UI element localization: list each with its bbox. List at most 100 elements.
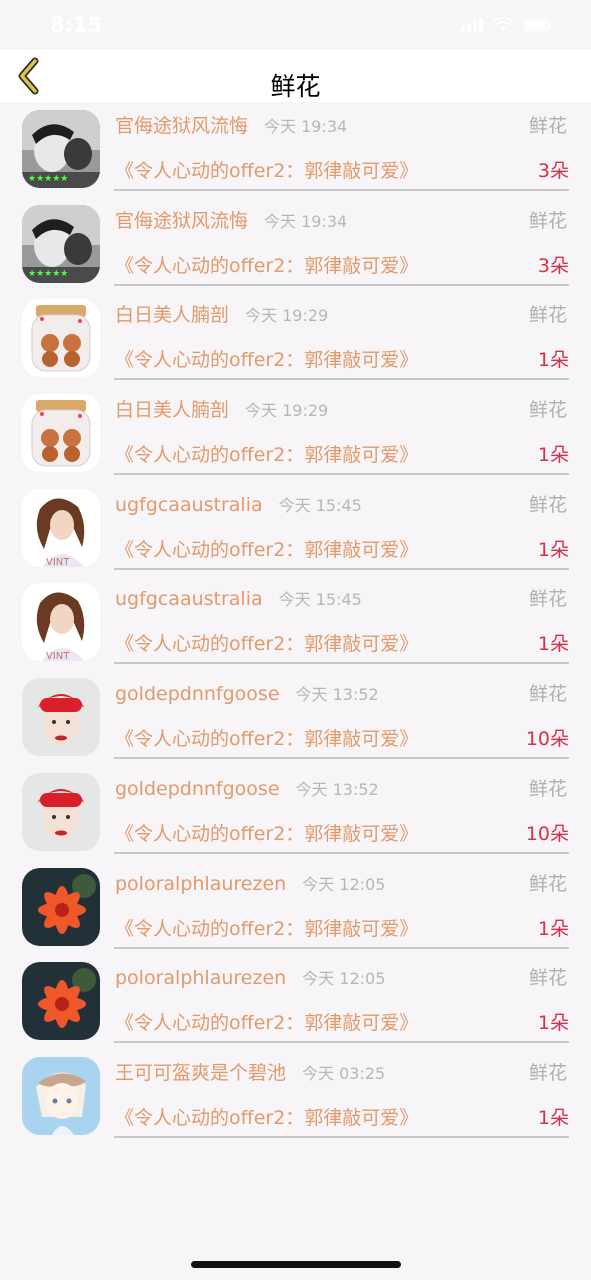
show-title: 《令人心动的offer2：郭律敲可爱》 (115, 160, 419, 182)
gift-type-label: 鲜花 (528, 493, 567, 516)
divider (114, 662, 569, 665)
show-title: 《令人心动的offer2：郭律敲可爱》 (115, 349, 419, 372)
gift-type-label: 鲜花 (528, 1061, 567, 1084)
boy-selfie-avatar-image: ★★★★★ (22, 204, 100, 283)
red-turban-avatar-image (22, 678, 100, 757)
avatar[interactable] (22, 962, 100, 1041)
timestamp: 今天 12:05 (302, 969, 386, 989)
divider (114, 757, 569, 760)
list-item[interactable]: goldepdnnfgoose 今天 13:52 鲜花《令人心动的offer2：郭律… (0, 765, 591, 860)
list-item[interactable]: ★★★★★ 官侮途狱风流悔 今天 19:34 鲜花 《令人心动的offer2：郭律敲可爱… (0, 197, 591, 292)
gift-type-label: 鲜花 (528, 777, 567, 800)
orange-flower-avatar-image (22, 962, 100, 1041)
avatar[interactable]: ★★★★★ (22, 110, 100, 188)
show-title: 《令人心动的offer2：郭律敲可爱》 (115, 1106, 419, 1129)
anime-girl-avatar-image (22, 1056, 100, 1135)
battery-icon (523, 18, 551, 32)
show-title: 《令人心动的offer2：郭律敲可爱》 (115, 444, 419, 467)
girl-wavy-avatar-image: VINT (22, 583, 100, 662)
list-item[interactable]: 白日美人腩剖 今天 19:29 鲜花《令人心动的offer2：郭律敲可爱》 1朵 (0, 291, 591, 386)
gift-type-label: 鲜花 (528, 588, 567, 611)
user-name[interactable]: 白日美人腩剖 (115, 399, 229, 421)
user-name[interactable]: poloralphlaurezen (115, 967, 286, 989)
list-item[interactable]: poloralphlaurezen 今天 12:05 鲜花《令人心动的offer2：… (0, 860, 591, 955)
divider (114, 851, 569, 854)
flower-count: 1朵 (537, 1012, 569, 1035)
gift-type-label: 鲜花 (528, 683, 567, 706)
gift-type-label: 鲜花 (528, 304, 567, 327)
home-indicator[interactable] (191, 1261, 401, 1268)
show-title: 《令人心动的offer2：郭律敲可爱》 (115, 538, 419, 561)
red-turban-avatar-image (22, 772, 100, 851)
show-title: 《令人心动的offer2：郭律敲可爱》 (115, 917, 419, 940)
show-title: 《令人心动的offer2：郭律敲可爱》 (115, 633, 419, 656)
bear-jar-avatar-image (22, 394, 100, 473)
svg-text:VINT: VINT (46, 651, 70, 661)
avatar[interactable] (22, 1056, 100, 1135)
timestamp: 今天 19:29 (245, 401, 329, 421)
show-title: 《令人心动的offer2：郭律敲可爱》 (115, 254, 419, 277)
list-item[interactable]: poloralphlaurezen 今天 12:05 鲜花《令人心动的offer2：… (0, 954, 591, 1049)
flower-count: 1朵 (537, 349, 569, 372)
status-bar: 8:15 (0, 0, 591, 50)
list-item[interactable]: ★★★★★ 官侮途狱风流悔 今天 19:34 鲜花 《令人心动的offer2：郭律敲可爱… (0, 102, 591, 197)
timestamp: 今天 13:52 (295, 779, 379, 799)
list-item[interactable]: goldepdnnfgoose 今天 13:52 鲜花《令人心动的offer2：郭律… (0, 670, 591, 765)
gift-type-label: 鲜花 (528, 399, 567, 422)
divider (114, 946, 569, 949)
divider (114, 473, 569, 476)
gift-type-label: 鲜花 (528, 209, 567, 232)
girl-wavy-avatar-image: VINT (22, 488, 100, 567)
show-title: 《令人心动的offer2：郭律敲可爱》 (115, 822, 419, 845)
nav-bar: 鲜花 (0, 50, 591, 102)
user-name[interactable]: goldepdnnfgoose (115, 778, 280, 800)
timestamp: 今天 03:25 (302, 1063, 386, 1083)
user-name[interactable]: poloralphlaurezen (115, 873, 286, 895)
flower-count: 3朵 (537, 254, 569, 277)
timestamp: 今天 12:05 (302, 874, 386, 894)
timestamp: 今天 15:45 (278, 495, 362, 515)
avatar[interactable] (22, 394, 100, 473)
flower-count: 1朵 (537, 633, 569, 656)
orange-flower-avatar-image (22, 867, 100, 946)
gift-type-label: 鲜花 (528, 967, 567, 990)
timestamp: 今天 19:29 (245, 306, 329, 326)
gift-list: ★★★★★ 官侮途狱风流悔 今天 19:34 鲜花 《令人心动的offer2：郭律敲可爱… (0, 102, 591, 1144)
flower-count: 1朵 (537, 444, 569, 467)
divider (114, 283, 569, 286)
user-name[interactable]: ugfgcaaustralia (115, 494, 263, 516)
user-name[interactable]: 官侮途狱风流悔 (115, 210, 248, 232)
page-title: 鲜花 (270, 72, 321, 101)
svg-text:VINT: VINT (46, 557, 70, 567)
timestamp: 今天 13:52 (295, 685, 379, 705)
avatar[interactable] (22, 867, 100, 946)
flower-count: 1朵 (537, 538, 569, 561)
flower-count: 1朵 (537, 1106, 569, 1129)
show-title: 《令人心动的offer2：郭律敲可爱》 (115, 728, 419, 751)
show-title: 《令人心动的offer2：郭律敲可爱》 (115, 1012, 419, 1035)
timestamp: 今天 15:45 (278, 590, 362, 610)
user-name[interactable]: 王可可盔爽是个碧池 (115, 1062, 286, 1084)
divider (114, 1041, 569, 1044)
user-name[interactable]: 白日美人腩剖 (115, 304, 229, 326)
avatar[interactable]: VINT (22, 583, 100, 662)
user-name[interactable]: 官侮途狱风流悔 (115, 115, 248, 137)
avatar[interactable]: VINT (22, 488, 100, 567)
list-item[interactable]: VINT ugfgcaaustralia 今天 15:45 鲜花《令人心动的offer… (0, 575, 591, 670)
flower-count: 10朵 (525, 822, 569, 845)
gift-type-label: 鲜花 (528, 872, 567, 895)
avatar[interactable] (22, 299, 100, 378)
divider (114, 189, 569, 191)
avatar[interactable]: ★★★★★ (22, 204, 100, 283)
list-item[interactable]: VINT ugfgcaaustralia 今天 15:45 鲜花《令人心动的offer… (0, 481, 591, 576)
divider (114, 567, 569, 570)
avatar[interactable] (22, 772, 100, 851)
list-item[interactable]: 白日美人腩剖 今天 19:29 鲜花《令人心动的offer2：郭律敲可爱》 1朵 (0, 386, 591, 481)
user-name[interactable]: goldepdnnfgoose (115, 683, 280, 705)
list-item[interactable]: 王可可盔爽是个碧池 今天 03:25 鲜花《令人心动的offer2：郭律敲可爱》 1朵 (0, 1049, 591, 1144)
avatar[interactable] (22, 678, 100, 757)
svg-text:★★★★★: ★★★★★ (28, 269, 68, 279)
user-name[interactable]: ugfgcaaustralia (115, 588, 263, 610)
flower-count: 10朵 (525, 728, 569, 751)
divider (114, 1135, 569, 1138)
